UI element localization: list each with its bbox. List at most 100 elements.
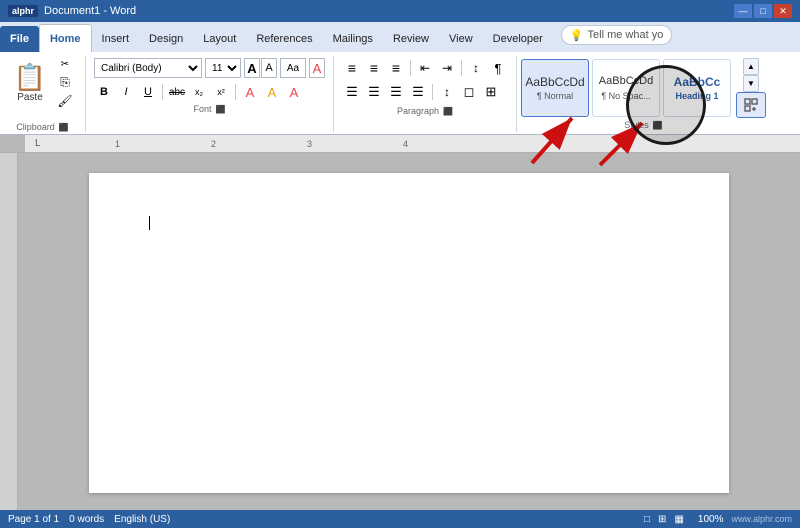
align-left-button[interactable]: ☰ [342,82,362,102]
window-controls[interactable]: — □ ✕ [734,4,792,18]
para-row-1: ≡ ≡ ≡ ⇤ ⇥ ↕ ¶ [342,58,508,78]
numbering-button[interactable]: ≡ [364,58,384,78]
ruler-marker-3: 3 [307,139,312,149]
ruler-marker-1: 1 [115,139,120,149]
close-button[interactable]: ✕ [774,4,792,18]
clear-format-button[interactable]: A [309,58,325,78]
styles-expand-icon[interactable]: ⬛ [653,121,663,130]
tab-home[interactable]: Home [39,24,92,52]
para-row-2: ☰ ☰ ☰ ☰ ↕ ◻ ⊞ [342,82,508,102]
title-bar-left: alphr Document1 - Word [8,5,136,17]
lightbulb-icon: 💡 [570,29,584,42]
italic-button[interactable]: I [116,82,136,102]
style-heading-preview: AaBbCc [674,75,721,89]
clipboard-group: 📋 Paste ✂ ⎘ 🖌 Clipboard ⬛ [6,56,86,132]
styles-nav-up[interactable]: ▲ [743,58,759,75]
pilcrow-button[interactable]: ¶ [488,58,508,78]
style-heading-label: Heading 1 [675,91,718,101]
font-name-select[interactable]: Calibri (Body) [94,58,202,78]
cut-button[interactable]: ✂ [54,56,76,73]
ribbon-body: 📋 Paste ✂ ⎘ 🖌 Clipboard ⬛ [0,52,800,135]
document-scroll[interactable] [18,153,800,510]
sort-button[interactable]: ↕ [466,58,486,78]
text-effects-button[interactable]: A [240,82,260,102]
tab-layout[interactable]: Layout [193,26,246,52]
zoom-level: 100% [698,514,724,525]
left-ruler [0,153,18,510]
highlight-button[interactable]: A [262,82,282,102]
view-web-button[interactable]: ▦ [674,514,683,525]
bullets-button[interactable]: ≡ [342,58,362,78]
styles-nav-area: ▲ ▼ [736,58,766,118]
tab-mailings[interactable]: Mailings [323,26,383,52]
format-painter-icon: 🖌 [57,94,72,108]
status-right: □ ⊞ ▦ 100% www.alphr.com [644,514,792,525]
watermark: www.alphr.com [731,514,792,524]
paste-button[interactable]: 📋 Paste [8,56,52,110]
format-divider-1 [162,84,163,100]
clipboard-content: 📋 Paste ✂ ⎘ 🖌 [8,56,76,120]
subscript-button[interactable]: x₂ [189,82,209,102]
align-center-button[interactable]: ☰ [364,82,384,102]
font-grow-button[interactable]: A [244,58,260,78]
paragraph-expand-icon[interactable]: ⬛ [443,107,453,116]
line-spacing-button[interactable]: ↕ [437,82,457,102]
ruler-left-margin [0,135,25,152]
paste-icon: 📋 [14,64,46,90]
font-size-select[interactable]: 11 [205,58,241,78]
style-heading1[interactable]: AaBbCc Heading 1 [663,59,731,117]
tab-review[interactable]: Review [383,26,439,52]
strikethrough-button[interactable]: abc [167,82,187,102]
format-painter-button[interactable]: 🖌 [54,92,76,109]
font-color-button[interactable]: A [284,82,304,102]
minimize-button[interactable]: — [734,4,752,18]
font-expand-icon[interactable]: ⬛ [216,105,226,114]
borders-button[interactable]: ⊞ [481,82,501,102]
font-size-buttons: A A [244,58,277,78]
styles-content: AaBbCcDd ¶ Normal AaBbCcDd ¶ No Spac... … [521,58,766,118]
tab-developer[interactable]: Developer [483,26,553,52]
ruler-marker-4: 4 [403,139,408,149]
tab-references[interactable]: References [246,26,322,52]
styles-group: AaBbCcDd ¶ Normal AaBbCcDd ¶ No Spac... … [517,56,770,132]
style-nospace-label: ¶ No Spac... [601,91,650,101]
bold-button[interactable]: B [94,82,114,102]
align-right-button[interactable]: ☰ [386,82,406,102]
tab-design[interactable]: Design [139,26,193,52]
clipboard-small-buttons: ✂ ⎘ 🖌 [54,56,76,109]
style-nospace-preview: AaBbCcDd [599,75,653,88]
copy-button[interactable]: ⎘ [54,74,76,91]
styles-nav-down[interactable]: ▼ [743,75,759,92]
view-print-button[interactable]: ⊞ [658,514,666,525]
clipboard-expand-icon[interactable]: ⬛ [59,123,69,132]
language-indicator: English (US) [114,514,170,525]
styles-expand-button[interactable] [736,92,766,118]
style-no-space[interactable]: AaBbCcDd ¶ No Spac... [592,59,660,117]
style-normal-label: ¶ Normal [537,91,573,101]
tab-insert[interactable]: Insert [92,26,140,52]
document-page[interactable] [89,173,729,493]
shading-button[interactable]: ◻ [459,82,479,102]
change-case-button[interactable]: Aa [280,58,306,78]
font-format-row: B I U abc x₂ x² A A A [94,82,325,102]
tab-file[interactable]: File [0,26,39,52]
ruler-marker-L: L [35,138,41,149]
tab-view[interactable]: View [439,26,483,52]
cut-icon: ✂ [61,59,69,70]
underline-button[interactable]: U [138,82,158,102]
decrease-indent-button[interactable]: ⇤ [415,58,435,78]
view-read-button[interactable]: □ [644,514,650,525]
style-normal[interactable]: AaBbCcDd ¶ Normal [521,59,589,117]
tell-me-box[interactable]: 💡 Tell me what yo [561,25,673,45]
para-divider-3 [432,84,433,100]
superscript-button[interactable]: x² [211,82,231,102]
maximize-button[interactable]: □ [754,4,772,18]
expand-icon [744,98,758,112]
font-shrink-button[interactable]: A [261,58,277,78]
justify-button[interactable]: ☰ [408,82,428,102]
paragraph-group: ≡ ≡ ≡ ⇤ ⇥ ↕ ¶ ☰ ☰ ☰ ☰ ↕ ◻ ⊞ Para [334,56,517,132]
multilevel-list-button[interactable]: ≡ [386,58,406,78]
para-divider-2 [461,60,462,76]
increase-indent-button[interactable]: ⇥ [437,58,457,78]
ribbon-tabs: File Home Insert Design Layout Reference… [0,22,800,52]
